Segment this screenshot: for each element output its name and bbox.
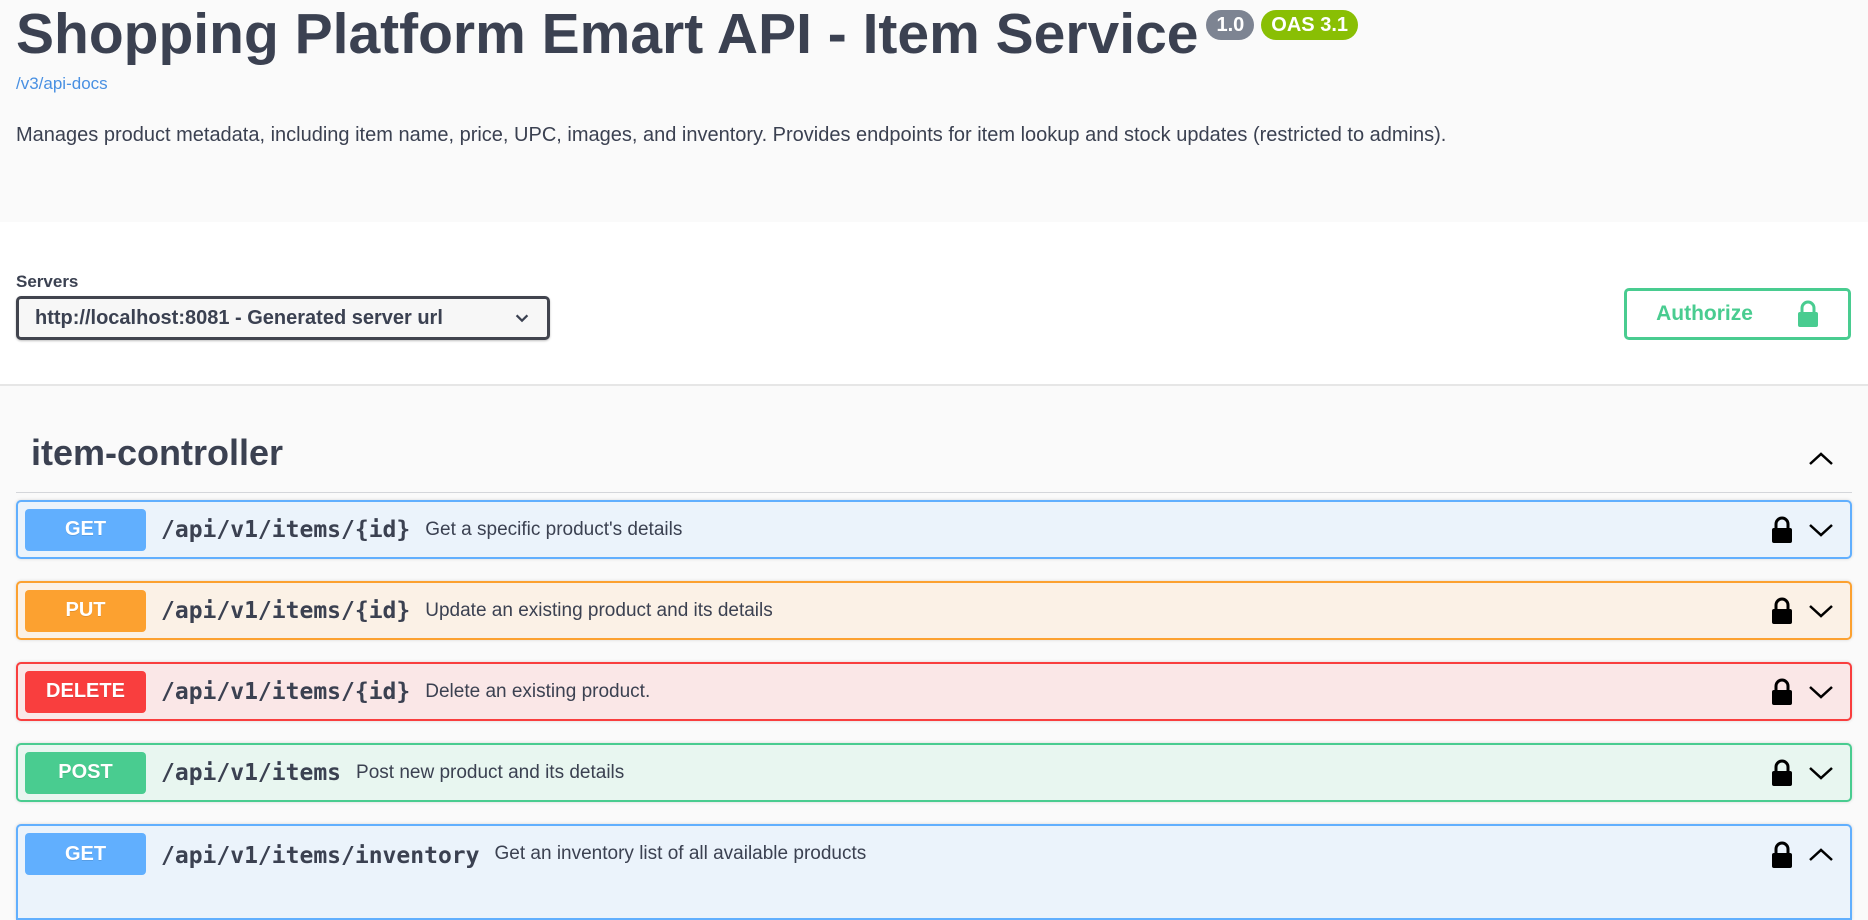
operation-summary: Update an existing product and its detai… [425, 599, 773, 621]
version-badge: 1.0 [1206, 10, 1255, 40]
api-docs-link[interactable]: /v3/api-docs [16, 74, 1852, 94]
authorize-button[interactable]: Authorize [1624, 288, 1851, 340]
operation-summary: Get an inventory list of all available p… [494, 843, 867, 864]
tag-name: item-controller [31, 432, 284, 473]
operation-path: /api/v1/items/{id} [161, 597, 411, 624]
lock-icon [1797, 300, 1818, 327]
operation-path: /api/v1/items/{id} [161, 678, 411, 705]
operations-section: item-controller GET /api/v1/items/{id} G… [0, 386, 1868, 920]
method-badge: PUT [25, 589, 146, 632]
chevron-up-icon[interactable] [1807, 841, 1835, 869]
opblock-get-item-by-id[interactable]: GET /api/v1/items/{id} Get a specific pr… [16, 500, 1852, 559]
opblock-put-item[interactable]: PUT /api/v1/items/{id} Update an existin… [16, 581, 1852, 640]
method-badge: POST [25, 751, 146, 794]
lock-icon[interactable] [1771, 759, 1793, 787]
servers-label: Servers [16, 272, 79, 291]
opblock-post-item[interactable]: POST /api/v1/items Post new product and … [16, 743, 1852, 802]
chevron-down-icon[interactable] [1807, 597, 1835, 625]
info-section: Shopping Platform Emart API - Item Servi… [0, 0, 1868, 222]
api-description: Manages product metadata, including item… [16, 124, 1447, 146]
lock-icon[interactable] [1771, 841, 1793, 869]
operation-summary: Delete an existing product. [425, 680, 651, 702]
operation-summary: Get a specific product's details [425, 518, 683, 540]
scheme-container: Servers http://localhost:8081 - Generate… [0, 222, 1868, 386]
server-selected-value: http://localhost:8081 - Generated server… [35, 306, 443, 329]
chevron-down-icon[interactable] [1807, 516, 1835, 544]
authorize-label: Authorize [1656, 302, 1753, 325]
server-select[interactable]: http://localhost:8081 - Generated server… [16, 296, 550, 340]
opblock-delete-item[interactable]: DELETE /api/v1/items/{id} Delete an exis… [16, 662, 1852, 721]
method-badge: DELETE [25, 670, 146, 713]
method-badge: GET [25, 508, 146, 551]
operation-summary: Post new product and its details [356, 761, 625, 783]
chevron-down-icon[interactable] [1807, 678, 1835, 706]
operation-path: /api/v1/items/{id} [161, 516, 411, 543]
page-title: Shopping Platform Emart API - Item Servi… [16, 2, 1199, 66]
lock-icon[interactable] [1771, 597, 1793, 625]
oas-badge: OAS 3.1 [1261, 10, 1358, 40]
opblock-get-inventory[interactable]: GET /api/v1/items/inventory Get an inven… [16, 824, 1852, 920]
operation-path: /api/v1/items/inventory [161, 843, 480, 869]
chevron-up-icon[interactable] [1806, 444, 1836, 474]
chevron-down-icon [515, 314, 529, 323]
operation-path: /api/v1/items [161, 759, 342, 786]
tag-header[interactable]: item-controller [16, 386, 1852, 493]
lock-icon[interactable] [1771, 516, 1793, 544]
lock-icon[interactable] [1771, 678, 1793, 706]
method-badge: GET [25, 833, 146, 875]
chevron-down-icon[interactable] [1807, 759, 1835, 787]
